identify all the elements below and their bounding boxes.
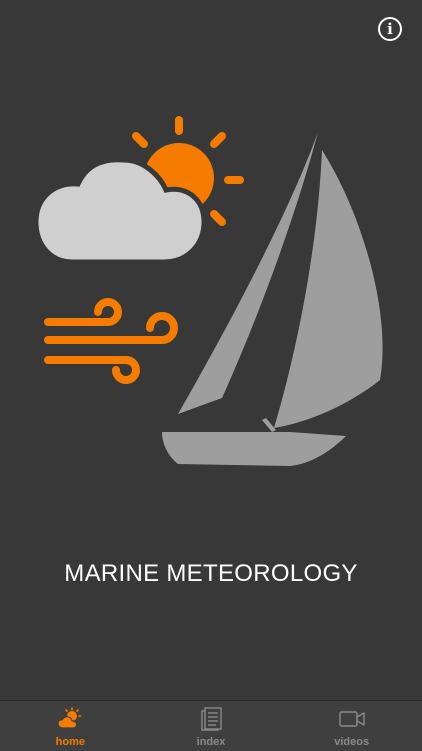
video-camera-icon xyxy=(338,711,365,727)
info-button[interactable]: i xyxy=(378,17,402,41)
wind-icon xyxy=(44,298,178,384)
tab-home-label: home xyxy=(55,736,85,748)
hero-illustration xyxy=(33,116,383,466)
tab-videos[interactable]: videos xyxy=(281,701,422,751)
tab-index-label: index xyxy=(196,736,226,748)
app-title: MARINE METEOROLOGY xyxy=(64,560,358,587)
weather-sun-cloud-icon xyxy=(57,707,82,729)
home-screen: i MARINE METEOROLOGY home index videos xyxy=(0,0,422,751)
info-icon: i xyxy=(387,20,393,38)
tab-index[interactable]: index xyxy=(141,701,282,751)
tab-bar: home index videos xyxy=(0,700,422,751)
tab-home[interactable]: home xyxy=(0,701,141,751)
tab-videos-label: videos xyxy=(334,736,370,748)
document-index-icon xyxy=(201,707,222,731)
